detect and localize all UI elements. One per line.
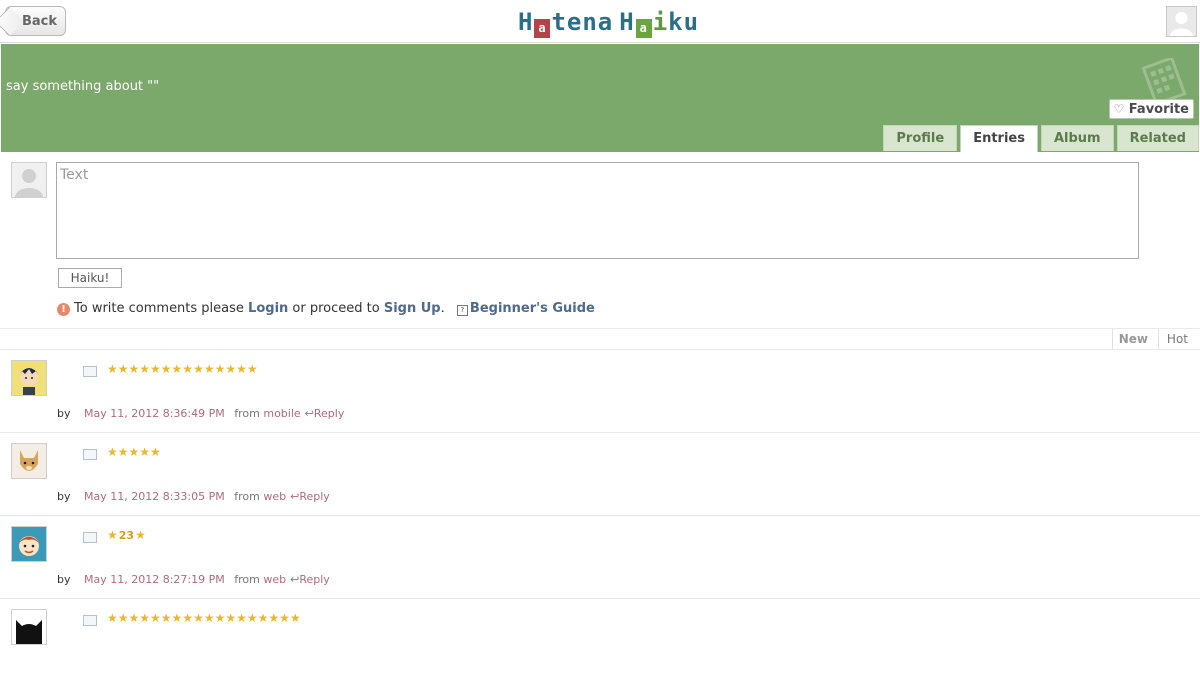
entry-timestamp-link[interactable]: May 11, 2012 8:36:49 PM [84, 407, 225, 420]
logo-glyph-a: a [534, 19, 551, 38]
favorite-button[interactable]: ♡ Favorite [1108, 99, 1194, 119]
entry-text-input[interactable]: Text [56, 162, 1139, 259]
sort-new-button[interactable]: New [1111, 329, 1154, 349]
keyword-watermark-icon [1141, 58, 1187, 104]
image-icon[interactable] [83, 449, 97, 460]
reply-link[interactable]: ↩Reply [305, 407, 345, 420]
notice-prefix: To write comments please [74, 301, 244, 316]
entry-row: ★★★★★ by May 11, 2012 8:33:05 PM from we… [0, 433, 1200, 516]
entry-meta: by May 11, 2012 8:33:05 PM from web ↩Repl… [57, 490, 330, 503]
tab-entries[interactable]: Entries [960, 125, 1038, 152]
help-icon: ? [456, 305, 468, 316]
by-label: by [57, 490, 71, 503]
user-avatar[interactable] [11, 443, 47, 479]
by-label: by [57, 573, 71, 586]
star-icon: ★ [135, 528, 146, 542]
notice-suffix: . [440, 301, 445, 316]
user-avatar[interactable] [11, 360, 47, 396]
warning-icon: ! [57, 303, 70, 316]
star-list[interactable]: ★★★★★ [107, 445, 161, 459]
reply-link[interactable]: ↩Reply [290, 573, 330, 586]
composer-avatar-icon [11, 162, 47, 198]
login-notice: ! To write comments please Login or proce… [57, 301, 595, 316]
back-button[interactable]: Back [5, 6, 67, 36]
entry-source[interactable]: mobile [263, 407, 300, 420]
user-avatar[interactable] [11, 609, 47, 645]
star-list[interactable]: ★★★★★★★★★★★★★★ [107, 362, 258, 376]
favorite-label: Favorite [1128, 102, 1189, 117]
reply-label: Reply [299, 490, 330, 503]
tab-bar: Profile Entries Album Related [880, 125, 1199, 152]
by-label: by [57, 407, 71, 420]
from-label: from [234, 573, 260, 586]
reply-arrow-icon: ↩ [304, 407, 314, 420]
top-bar: Back Ha tena Ha iku [0, 0, 1200, 43]
tab-album[interactable]: Album [1040, 125, 1114, 151]
reply-label: Reply [313, 407, 345, 420]
haiku-submit-button[interactable]: Haiku! [58, 268, 122, 288]
logo-glyph-a2: a [635, 19, 652, 38]
page-title: say something about "" [6, 79, 160, 94]
signup-link[interactable]: Sign Up [384, 301, 441, 316]
reply-arrow-icon: ↩ [290, 490, 300, 503]
image-icon[interactable] [83, 615, 97, 626]
star-list[interactable]: ★★★★★★★★★★★★★★★★★★ [107, 611, 301, 625]
entry-source[interactable]: web [263, 573, 286, 586]
from-label: from [234, 490, 260, 503]
entry-row: ★23★ by May 11, 2012 8:27:19 PM from web… [0, 516, 1200, 599]
sort-bar: New Hot [0, 328, 1200, 350]
reply-link[interactable]: ↩Reply [290, 490, 330, 503]
image-icon[interactable] [83, 532, 97, 543]
entry-timestamp-link[interactable]: May 11, 2012 8:33:05 PM [84, 490, 225, 503]
beginners-guide-link[interactable]: Beginner's Guide [470, 301, 595, 316]
user-avatar-icon[interactable] [1166, 6, 1197, 37]
hatena-haiku-logo[interactable]: Ha tena Ha iku [518, 6, 699, 38]
star-icon: ★ [107, 528, 118, 542]
keyword-header: say something about "" ♡ Favorite Profil… [1, 44, 1199, 152]
entry-source[interactable]: web [263, 490, 286, 503]
notice-middle: or proceed to [292, 301, 380, 316]
entry-meta: by May 11, 2012 8:27:19 PM from web ↩Repl… [57, 573, 330, 586]
back-button-label: Back [22, 14, 58, 29]
reply-arrow-icon: ↩ [290, 573, 300, 586]
login-link[interactable]: Login [248, 301, 288, 316]
entry-meta: by May 11, 2012 8:36:49 PM from mobile ↩R… [57, 407, 344, 420]
user-avatar[interactable] [11, 526, 47, 562]
tab-related[interactable]: Related [1116, 125, 1199, 151]
star-list[interactable]: ★23★ [107, 528, 146, 542]
from-label: from [234, 407, 260, 420]
heart-icon: ♡ [1113, 102, 1125, 116]
star-count[interactable]: 23 [119, 529, 134, 542]
sort-hot-button[interactable]: Hot [1157, 329, 1194, 349]
entry-row: ★★★★★★★★★★★★★★ by May 11, 2012 8:36:49 P… [0, 350, 1200, 433]
image-icon[interactable] [83, 366, 97, 377]
entry-row: ★★★★★★★★★★★★★★★★★★ [0, 599, 1200, 682]
tab-profile[interactable]: Profile [883, 125, 958, 151]
reply-label: Reply [299, 573, 330, 586]
entry-timestamp-link[interactable]: May 11, 2012 8:27:19 PM [84, 573, 225, 586]
